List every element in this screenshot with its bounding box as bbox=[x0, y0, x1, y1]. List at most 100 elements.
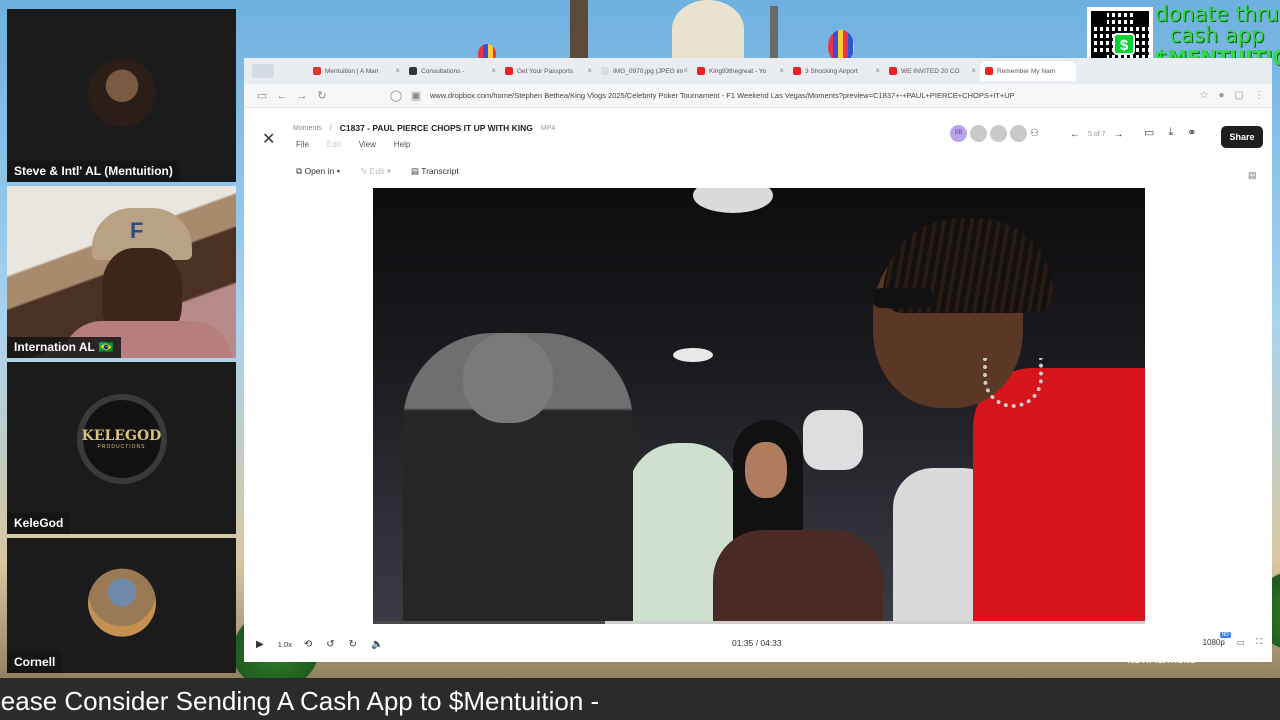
open-in-button[interactable]: ⧉ Open in ▾ bbox=[296, 166, 340, 177]
address-bar: ▭ ← → ↻ ◯ ▣ www.dropbox.com/home/Stephen… bbox=[244, 84, 1272, 108]
participant-tile: KELEGOD PRODUCTIONS KeleGod bbox=[7, 362, 236, 534]
fullscreen-icon[interactable]: ⛶ bbox=[1256, 637, 1262, 647]
file-extension: MP4 bbox=[540, 124, 556, 132]
menu-icon[interactable]: ⋮ bbox=[1254, 90, 1264, 101]
participant-tile: Steve & Intl' AL (Mentuition) bbox=[7, 9, 236, 182]
close-tab-icon[interactable]: × bbox=[491, 66, 496, 75]
menu-view[interactable]: View bbox=[359, 140, 376, 149]
reload-icon[interactable]: ↻ bbox=[312, 89, 332, 102]
participant-name: Steve & Intl' AL (Mentuition) bbox=[7, 161, 180, 182]
participant-tile: Cornell bbox=[7, 538, 236, 673]
play-icon[interactable]: ▶ bbox=[256, 639, 264, 650]
video-progress-fill bbox=[373, 621, 605, 624]
tab-favicon bbox=[409, 67, 417, 75]
quality-button[interactable]: 1080p HD bbox=[1203, 631, 1231, 647]
forward-icon[interactable]: → bbox=[292, 90, 312, 102]
video-progress-bar[interactable] bbox=[373, 621, 1145, 624]
url-input[interactable]: www.dropbox.com/home/Stephen Bethea/King… bbox=[430, 91, 1090, 100]
person-red-shirt bbox=[873, 218, 1145, 624]
close-icon[interactable]: ✕ bbox=[262, 129, 275, 149]
dropbox-header: ✕ Moments / C1837 - PAUL PIERCE CHOPS IT… bbox=[244, 109, 1272, 189]
collaborators: SB ⚇ bbox=[950, 125, 1039, 142]
rewind-icon[interactable]: ↺ bbox=[326, 639, 334, 650]
close-tab-icon[interactable]: × bbox=[971, 66, 976, 75]
volume-icon[interactable]: 🔈 bbox=[371, 639, 383, 650]
open-icon: ⧉ bbox=[296, 166, 303, 176]
add-people-icon[interactable]: ⚇ bbox=[1030, 128, 1039, 139]
hd-badge: HD bbox=[1219, 631, 1231, 638]
browser-tab[interactable]: 3 Shocking Airport × bbox=[788, 61, 884, 81]
breadcrumb-moments[interactable]: Moments bbox=[293, 125, 322, 132]
forward-icon[interactable]: ↻ bbox=[349, 639, 357, 650]
youtube-icon bbox=[985, 67, 993, 75]
notifications-label: NOTIFICATIONS bbox=[1128, 656, 1197, 665]
browser-window: Mentuition | A Man × Consultations - × Get… bbox=[244, 58, 1272, 662]
ticker-text: lease Consider Sending A Cash App to $Me… bbox=[0, 686, 600, 716]
youtube-icon bbox=[697, 67, 705, 75]
share-icon[interactable]: ▢ bbox=[1235, 90, 1244, 101]
webcam-column: Steve & Intl' AL (Mentuition) F Internat… bbox=[0, 0, 242, 680]
file-menu: File Edit View Help bbox=[296, 140, 410, 149]
menu-edit[interactable]: Edit bbox=[327, 140, 341, 149]
lock-icon: ▣ bbox=[410, 90, 422, 102]
player-controls: ▶ 1.0x ⟲ ↺ ↻ 🔈 01:35 / 04:33 1080p HD ▭ ⛶ bbox=[244, 631, 1272, 656]
person-woman bbox=[713, 420, 883, 624]
tab-favicon bbox=[601, 67, 609, 75]
avatar[interactable] bbox=[990, 125, 1007, 142]
sidebar-icon[interactable]: ▭ bbox=[252, 89, 272, 102]
download-icon[interactable]: ⤓ bbox=[1168, 126, 1173, 139]
close-tab-icon[interactable]: × bbox=[587, 66, 592, 75]
youtube-icon bbox=[793, 67, 801, 75]
avatar[interactable]: SB bbox=[950, 125, 967, 142]
menu-help[interactable]: Help bbox=[394, 140, 410, 149]
avatar[interactable] bbox=[970, 125, 987, 142]
stage-light bbox=[693, 188, 773, 213]
browser-tab[interactable]: Mentuition | A Man × bbox=[308, 61, 404, 81]
close-tab-icon[interactable]: × bbox=[395, 66, 400, 75]
youtube-icon bbox=[505, 67, 513, 75]
time-display: 01:35 / 04:33 bbox=[732, 638, 782, 648]
browser-tab[interactable]: WE INVITED 20 CO × bbox=[884, 61, 980, 81]
kelegod-logo: KELEGOD PRODUCTIONS bbox=[76, 394, 167, 484]
edit-button[interactable]: ✎ Edit ▾ bbox=[360, 166, 391, 177]
participant-tile: F Internation AL 🇧🇷 bbox=[7, 186, 236, 358]
youtube-icon bbox=[889, 67, 897, 75]
menu-file[interactable]: File bbox=[296, 140, 309, 149]
tab-overview-icon[interactable] bbox=[252, 64, 274, 78]
browser-tab[interactable]: IMG_0970.jpg (JPEG im × bbox=[596, 61, 692, 81]
transcript-button[interactable]: ▤ Transcript bbox=[411, 166, 459, 177]
stage-light bbox=[673, 348, 713, 362]
file-toolbar: ⧉ Open in ▾ ✎ Edit ▾ ▤ Transcript bbox=[296, 166, 459, 177]
pager: ← 5 of 7 → bbox=[1070, 129, 1124, 140]
cashapp-icon: $ bbox=[1113, 33, 1135, 55]
loop-icon[interactable]: ⟲ bbox=[304, 639, 312, 650]
video-player[interactable] bbox=[373, 188, 1145, 624]
stratosphere-graphic bbox=[770, 6, 778, 58]
avatar[interactable] bbox=[1010, 125, 1027, 142]
extension-icon[interactable]: ● bbox=[1219, 90, 1225, 101]
tab-bar: Mentuition | A Man × Consultations - × Get… bbox=[244, 58, 1272, 84]
close-tab-icon[interactable]: × bbox=[875, 66, 880, 75]
captions-icon[interactable]: ▭ bbox=[1237, 638, 1245, 647]
star-icon[interactable]: ☆ bbox=[1200, 90, 1209, 101]
back-icon[interactable]: ← bbox=[272, 90, 292, 102]
previous-icon[interactable]: ← bbox=[1070, 129, 1080, 140]
browser-tab[interactable]: King93thegreat - Yo × bbox=[692, 61, 788, 81]
next-icon[interactable]: → bbox=[1114, 129, 1124, 140]
participant-avatar bbox=[87, 568, 156, 637]
pencil-icon: ✎ bbox=[360, 166, 368, 176]
browser-tab[interactable]: Get Your Passports × bbox=[500, 61, 596, 81]
share-button[interactable]: Share bbox=[1221, 126, 1263, 148]
side-panel-icon[interactable]: ▤ bbox=[1248, 170, 1257, 181]
close-tab-icon[interactable]: × bbox=[683, 66, 688, 75]
close-tab-icon[interactable]: × bbox=[779, 66, 784, 75]
comment-icon[interactable]: ▭ bbox=[1144, 126, 1154, 139]
playback-speed-button[interactable]: 1.0x bbox=[278, 640, 292, 649]
browser-tab[interactable]: Remember My Nam bbox=[980, 61, 1076, 81]
browser-tab[interactable]: Consultations - × bbox=[404, 61, 500, 81]
participant-name: Internation AL 🇧🇷 bbox=[7, 337, 121, 358]
file-title: C1837 - PAUL PIERCE CHOPS IT UP WITH KIN… bbox=[339, 123, 533, 133]
link-icon[interactable]: ⚭ bbox=[1187, 126, 1196, 139]
shield-icon[interactable]: ◯ bbox=[386, 89, 406, 102]
tab-favicon bbox=[313, 67, 321, 75]
